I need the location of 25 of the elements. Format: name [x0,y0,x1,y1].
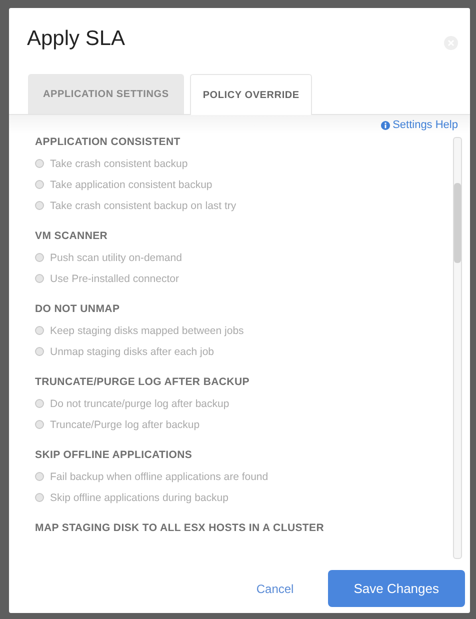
tab[interactable]: POLICY OVERRIDE [190,74,312,115]
radio-option: Fail backup when offline applications are found [35,466,453,487]
info-icon [380,120,390,130]
section-heading: APPLICATION CONSISTENT [35,136,182,148]
section-heading: DO NOT UNMAP [35,303,121,315]
radio-option: Keep staging disks mapped between jobs [35,320,453,341]
dialog-title: Apply SLA [27,27,126,51]
cancel-button[interactable]: Cancel [250,580,300,596]
section-heading: TRUNCATE/PURGE LOG AFTER BACKUP [35,376,250,388]
radio-option: Skip offline applications during backup [35,487,453,508]
radio-option: Do not truncate/purge log after backup [35,393,453,414]
radio-option: Use Pre-installed connector [35,268,453,289]
radio-option: Unmap staging disks after each job [35,341,453,362]
scrollbar[interactable] [453,137,462,559]
radio-option: Push scan utility on-demand [35,247,453,268]
radio-option: Take application consistent backup [35,174,453,195]
settings-help-link[interactable]: Settings Help [380,119,458,131]
radio-option: Take crash consistent backup [35,153,453,174]
section-heading: MAP STAGING DISK TO ALL ESX HOSTS IN A CLUSTER [35,522,326,534]
section-heading: SKIP OFFLINE APPLICATIONS [35,449,194,461]
tab[interactable]: APPLICATION SETTINGS [28,74,184,114]
save-changes-button[interactable]: Save Changes [328,570,465,607]
radio-option: Take crash consistent backup on last try [35,195,453,216]
section-heading: VM SCANNER [35,230,109,242]
radio-option: Truncate/Purge log after backup [35,414,453,435]
